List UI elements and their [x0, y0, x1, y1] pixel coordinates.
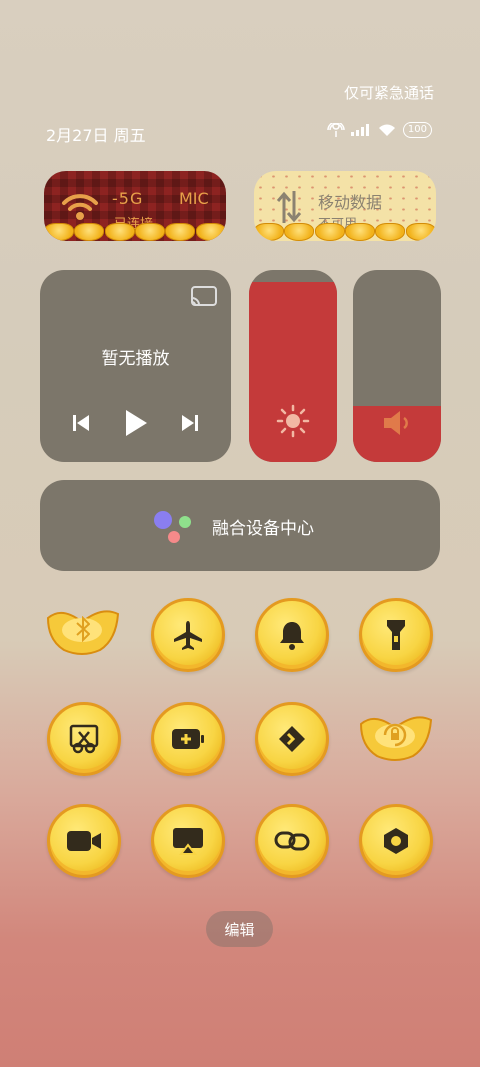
edit-button[interactable]: 编辑 — [206, 911, 273, 947]
gold-ingot-decoration — [44, 215, 226, 241]
status-icons: 100 — [327, 122, 432, 138]
wifi-network-name: -5G — [112, 189, 144, 208]
media-controls — [40, 408, 231, 438]
airplane-mode-toggle[interactable] — [151, 598, 225, 672]
play-icon[interactable] — [123, 408, 149, 438]
previous-track-icon[interactable] — [71, 413, 91, 433]
screen-cast-toggle[interactable] — [151, 804, 225, 878]
bell-icon — [280, 622, 304, 650]
device-center-icon — [154, 511, 191, 543]
flashlight-toggle[interactable] — [359, 598, 433, 672]
emergency-calls-label: 仅可紧急通话 — [343, 84, 434, 102]
cellular-signal-icon — [350, 124, 369, 136]
flashlight-icon — [387, 620, 405, 650]
battery-plus-icon — [172, 729, 204, 749]
device-center-label: 融合设备中心 — [212, 519, 314, 539]
wifi-status-icon — [378, 124, 395, 136]
bluetooth-icon — [76, 616, 90, 642]
battery-saver-toggle[interactable] — [151, 702, 225, 776]
rotation-lock-icon — [383, 723, 407, 747]
date-label: 2月27日 周五 — [46, 126, 146, 145]
hotspot-icon — [327, 123, 345, 137]
airplane-icon — [174, 621, 202, 650]
wifi-tile[interactable]: -5G MIC 已连接 — [44, 171, 226, 241]
rotation-lock-toggle[interactable] — [355, 706, 435, 766]
direction-toggle[interactable] — [255, 702, 329, 776]
wifi-network-name-extra: MIC — [179, 189, 209, 208]
settings-toggle[interactable] — [359, 804, 433, 878]
mobile-data-tile[interactable]: 移动数据 不可用 — [254, 171, 436, 241]
link-icon — [274, 831, 310, 851]
cast-icon[interactable] — [191, 286, 217, 308]
sun-icon — [276, 404, 310, 438]
bell-toggle[interactable] — [255, 598, 329, 672]
mobile-data-title: 移动数据 — [318, 193, 383, 212]
media-status: 暂无播放 — [101, 349, 170, 369]
hexagon-settings-icon — [384, 828, 408, 854]
device-center-card[interactable]: 融合设备中心 — [40, 480, 440, 571]
brightness-slider[interactable] — [249, 270, 337, 462]
screen-cast-icon — [173, 828, 203, 855]
link-toggle[interactable] — [255, 804, 329, 878]
screenshot-toggle[interactable] — [47, 702, 121, 776]
screen-record-toggle[interactable] — [47, 804, 121, 878]
video-camera-icon — [67, 831, 101, 851]
gold-ingot-decoration — [254, 215, 436, 241]
screenshot-icon — [69, 724, 99, 754]
media-player[interactable]: 暂无播放 — [40, 270, 231, 462]
bluetooth-toggle[interactable] — [42, 600, 122, 660]
direction-icon — [279, 726, 305, 752]
next-track-icon[interactable] — [180, 413, 200, 433]
speaker-icon — [384, 411, 408, 435]
volume-slider[interactable] — [353, 270, 441, 462]
battery-indicator: 100 — [402, 122, 432, 138]
